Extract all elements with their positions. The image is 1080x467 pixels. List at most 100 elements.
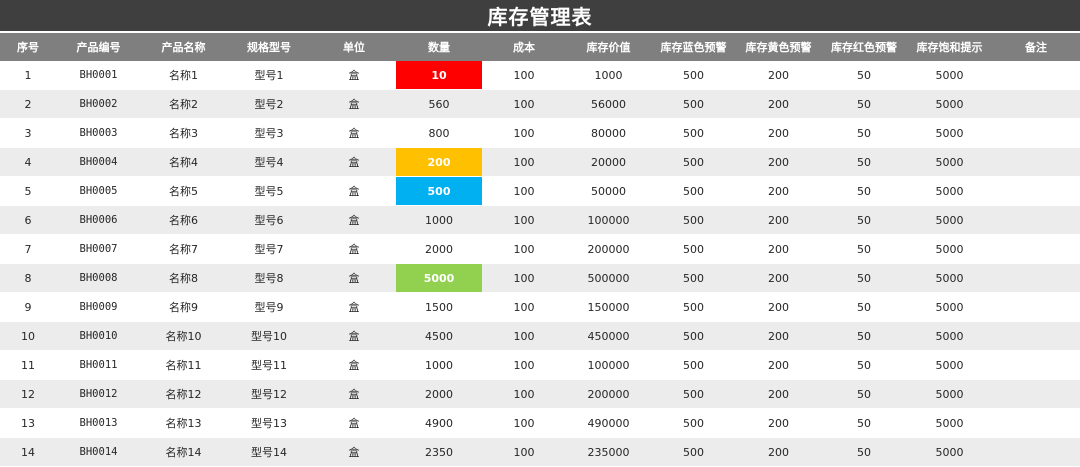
cell-note[interactable] — [992, 205, 1080, 235]
cell-yellow-warning[interactable]: 200 — [736, 61, 821, 90]
cell-yellow-warning[interactable]: 200 — [736, 408, 821, 438]
cell-product-name[interactable]: 名称13 — [141, 408, 226, 438]
cell-note[interactable] — [992, 176, 1080, 206]
cell-note[interactable] — [992, 118, 1080, 148]
cell-red-warning[interactable]: 50 — [821, 61, 907, 90]
cell-saturation[interactable]: 5000 — [907, 350, 992, 380]
cell-product-name[interactable]: 名称5 — [141, 176, 226, 206]
cell-unit[interactable]: 盒 — [312, 321, 396, 351]
cell-product-code[interactable]: BH0014 — [56, 437, 141, 467]
cell-red-warning[interactable]: 50 — [821, 292, 907, 322]
table-row[interactable]: 14 BH0014 名称14 型号14 盒 2350 100 235000 500 200 50 50… — [0, 437, 1080, 467]
cell-seq[interactable]: 10 — [0, 321, 56, 351]
cell-yellow-warning[interactable]: 200 — [736, 89, 821, 119]
header-unit[interactable]: 单位 — [312, 33, 396, 61]
cell-quantity[interactable]: 500 — [396, 176, 482, 206]
header-product-code[interactable]: 产品编号 — [56, 33, 141, 61]
cell-yellow-warning[interactable]: 200 — [736, 176, 821, 206]
cell-saturation[interactable]: 5000 — [907, 176, 992, 206]
cell-unit[interactable]: 盒 — [312, 350, 396, 380]
cell-unit[interactable]: 盒 — [312, 292, 396, 322]
table-row[interactable]: 4 BH0004 名称4 型号4 盒 200 100 20000 500 200 50 5000 — [0, 147, 1080, 177]
cell-product-code[interactable]: BH0008 — [56, 263, 141, 293]
cell-seq[interactable]: 5 — [0, 176, 56, 206]
cell-stock-value[interactable]: 80000 — [566, 118, 651, 148]
cell-blue-warning[interactable]: 500 — [651, 205, 736, 235]
cell-model[interactable]: 型号7 — [226, 234, 312, 264]
cell-blue-warning[interactable]: 500 — [651, 176, 736, 206]
cell-stock-value[interactable]: 50000 — [566, 176, 651, 206]
cell-quantity[interactable]: 2350 — [396, 437, 482, 467]
cell-red-warning[interactable]: 50 — [821, 234, 907, 264]
cell-product-code[interactable]: BH0003 — [56, 118, 141, 148]
cell-saturation[interactable]: 5000 — [907, 292, 992, 322]
cell-unit[interactable]: 盒 — [312, 263, 396, 293]
cell-saturation[interactable]: 5000 — [907, 61, 992, 90]
header-quantity[interactable]: 数量 — [396, 33, 482, 61]
cell-cost[interactable]: 100 — [482, 89, 566, 119]
cell-model[interactable]: 型号10 — [226, 321, 312, 351]
cell-model[interactable]: 型号3 — [226, 118, 312, 148]
cell-unit[interactable]: 盒 — [312, 437, 396, 467]
cell-product-name[interactable]: 名称6 — [141, 205, 226, 235]
cell-blue-warning[interactable]: 500 — [651, 234, 736, 264]
cell-quantity[interactable]: 4500 — [396, 321, 482, 351]
cell-seq[interactable]: 12 — [0, 379, 56, 409]
cell-cost[interactable]: 100 — [482, 408, 566, 438]
cell-note[interactable] — [992, 350, 1080, 380]
cell-red-warning[interactable]: 50 — [821, 176, 907, 206]
cell-seq[interactable]: 8 — [0, 263, 56, 293]
cell-product-code[interactable]: BH0001 — [56, 61, 141, 90]
cell-blue-warning[interactable]: 500 — [651, 118, 736, 148]
cell-red-warning[interactable]: 50 — [821, 118, 907, 148]
cell-cost[interactable]: 100 — [482, 379, 566, 409]
cell-product-name[interactable]: 名称9 — [141, 292, 226, 322]
cell-saturation[interactable]: 5000 — [907, 408, 992, 438]
cell-stock-value[interactable]: 500000 — [566, 263, 651, 293]
header-saturation[interactable]: 库存饱和提示 — [907, 33, 992, 61]
cell-stock-value[interactable]: 200000 — [566, 379, 651, 409]
cell-red-warning[interactable]: 50 — [821, 147, 907, 177]
cell-red-warning[interactable]: 50 — [821, 321, 907, 351]
cell-product-code[interactable]: BH0011 — [56, 350, 141, 380]
cell-red-warning[interactable]: 50 — [821, 350, 907, 380]
cell-product-code[interactable]: BH0013 — [56, 408, 141, 438]
cell-quantity[interactable]: 2000 — [396, 379, 482, 409]
cell-model[interactable]: 型号2 — [226, 89, 312, 119]
cell-model[interactable]: 型号8 — [226, 263, 312, 293]
cell-yellow-warning[interactable]: 200 — [736, 437, 821, 467]
cell-note[interactable] — [992, 437, 1080, 467]
cell-unit[interactable]: 盒 — [312, 234, 396, 264]
cell-product-name[interactable]: 名称8 — [141, 263, 226, 293]
cell-note[interactable] — [992, 147, 1080, 177]
cell-stock-value[interactable]: 100000 — [566, 350, 651, 380]
cell-yellow-warning[interactable]: 200 — [736, 321, 821, 351]
cell-product-code[interactable]: BH0006 — [56, 205, 141, 235]
cell-unit[interactable]: 盒 — [312, 118, 396, 148]
cell-cost[interactable]: 100 — [482, 321, 566, 351]
cell-unit[interactable]: 盒 — [312, 379, 396, 409]
cell-yellow-warning[interactable]: 200 — [736, 292, 821, 322]
header-cost[interactable]: 成本 — [482, 33, 566, 61]
cell-seq[interactable]: 3 — [0, 118, 56, 148]
cell-stock-value[interactable]: 450000 — [566, 321, 651, 351]
cell-note[interactable] — [992, 234, 1080, 264]
cell-cost[interactable]: 100 — [482, 61, 566, 90]
table-row[interactable]: 6 BH0006 名称6 型号6 盒 1000 100 100000 500 200 50 5000 — [0, 205, 1080, 235]
cell-yellow-warning[interactable]: 200 — [736, 147, 821, 177]
cell-model[interactable]: 型号13 — [226, 408, 312, 438]
table-row[interactable]: 1 BH0001 名称1 型号1 盒 10 100 1000 500 200 50 5000 — [0, 61, 1080, 90]
cell-yellow-warning[interactable]: 200 — [736, 234, 821, 264]
cell-note[interactable] — [992, 321, 1080, 351]
cell-seq[interactable]: 14 — [0, 437, 56, 467]
header-note[interactable]: 备注 — [992, 33, 1080, 61]
cell-quantity[interactable]: 1000 — [396, 205, 482, 235]
header-product-name[interactable]: 产品名称 — [141, 33, 226, 61]
cell-red-warning[interactable]: 50 — [821, 408, 907, 438]
cell-product-name[interactable]: 名称7 — [141, 234, 226, 264]
header-blue-warning[interactable]: 库存蓝色预警 — [651, 33, 736, 61]
header-seq[interactable]: 序号 — [0, 33, 56, 61]
cell-quantity[interactable]: 4900 — [396, 408, 482, 438]
cell-note[interactable] — [992, 292, 1080, 322]
cell-model[interactable]: 型号1 — [226, 61, 312, 90]
